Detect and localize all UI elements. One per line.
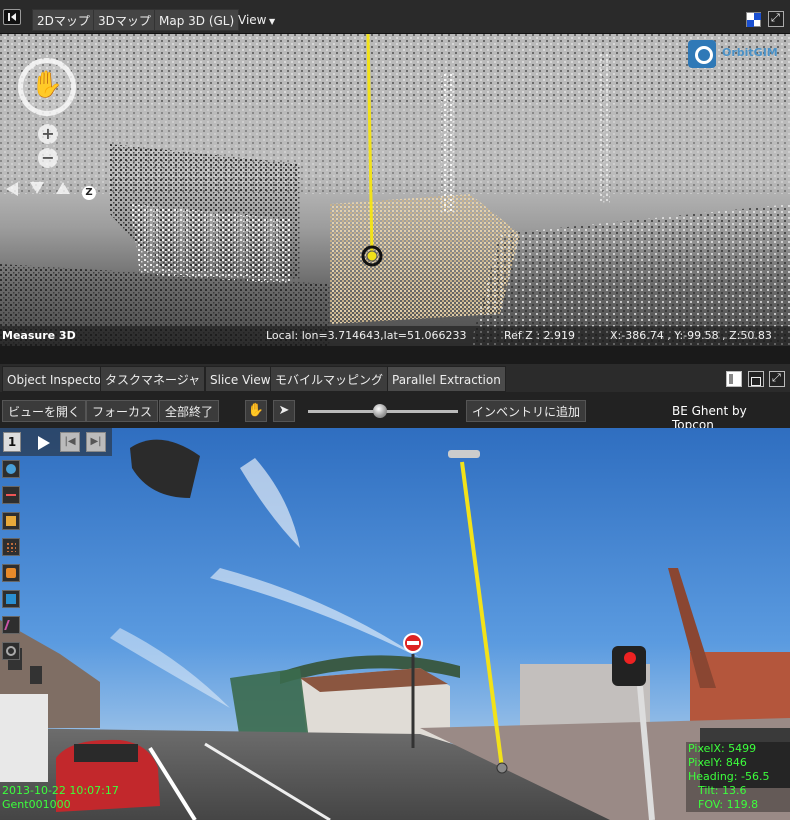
- pixel-x-readout: PixelX: 5499: [688, 742, 757, 755]
- image-toolbar: ビューを開く フォーカス 全部終了 ✋ ➤ インベントリに追加 BE Ghent…: [0, 392, 790, 432]
- orbit-logo: OrbitGIM: [688, 40, 788, 68]
- local-coordinates: Local: lon=3.714643,lat=51.066233: [266, 329, 467, 342]
- snapshot-icon[interactable]: [2, 512, 20, 530]
- image-id: Gent001000: [2, 798, 71, 811]
- point-cloud-view[interactable]: ✋ + − Z OrbitGIM Measure 3D Local: lon=3…: [0, 34, 790, 346]
- street-image-view[interactable]: 1 |◀ ▶| 2013-10-22 10:07:17 Gent001000 P…: [0, 428, 790, 820]
- tab-slice-view[interactable]: Slice View: [205, 366, 276, 392]
- street-panorama: [0, 428, 790, 820]
- maximize-icon[interactable]: ⤢: [768, 11, 784, 27]
- playback-bar: 1 |◀ ▶|: [0, 428, 112, 456]
- z-axis-button[interactable]: Z: [82, 186, 96, 200]
- hand-tool-icon[interactable]: ✋: [245, 400, 267, 422]
- capture-info: 2013-10-22 10:07:17 Gent001000: [2, 784, 119, 812]
- settings-gear-icon[interactable]: [2, 642, 20, 660]
- map-toolbar: 2Dマップ 3Dマップ Map 3D (GL) View ▼ ⤢: [0, 0, 790, 34]
- measure-statusbar: Measure 3D Local: lon=3.714643,lat=51.06…: [0, 326, 790, 346]
- hand-icon: ✋: [30, 70, 64, 100]
- rotate-left-icon[interactable]: [6, 182, 18, 196]
- zoom-out-button[interactable]: −: [38, 148, 58, 168]
- panel-tabbar: Object Inspector タスクマネージャ Slice View モバイ…: [0, 364, 790, 392]
- panel-splitter[interactable]: [0, 346, 790, 364]
- play-icon[interactable]: [38, 436, 50, 450]
- previous-frame-icon[interactable]: |◀: [60, 432, 80, 452]
- float-window-icon[interactable]: [748, 371, 764, 387]
- collapse-panel-icon[interactable]: [3, 9, 21, 25]
- zoom-in-button[interactable]: +: [38, 124, 58, 144]
- frame-number[interactable]: 1: [3, 432, 21, 452]
- heading-readout: Heading: -56.5: [688, 770, 770, 783]
- xyz-coordinates: X:-386.74 , Y:-99.58 , Z:50.83: [610, 329, 772, 342]
- chevron-down-icon: ▼: [266, 17, 276, 26]
- layout-icon[interactable]: [746, 12, 761, 27]
- screen-icon[interactable]: [2, 590, 20, 608]
- measure-mode-label: Measure 3D: [2, 329, 76, 342]
- fov-readout: FOV: 119.8: [698, 798, 759, 811]
- reference-z: Ref Z : 2.919: [504, 329, 576, 342]
- tab-mobile-mapping[interactable]: モバイルマッピング: [270, 366, 389, 392]
- brightness-slider-handle[interactable]: [373, 404, 387, 418]
- app-window: 2Dマップ 3Dマップ Map 3D (GL) View ▼ ⤢ ✋ + − Z…: [0, 0, 790, 820]
- tilt-up-icon[interactable]: [56, 182, 70, 194]
- add-to-inventory-button[interactable]: インベントリに追加: [466, 400, 587, 422]
- next-frame-icon[interactable]: ▶|: [86, 432, 106, 452]
- tab-parallel-extraction[interactable]: Parallel Extraction: [387, 366, 506, 392]
- orbit-logo-text: OrbitGIM: [722, 46, 778, 59]
- point-cloud-render: [0, 34, 790, 346]
- focus-button[interactable]: フォーカス: [86, 400, 159, 422]
- point-grid-icon[interactable]: [2, 538, 20, 556]
- tab-3d-map[interactable]: 3Dマップ: [93, 9, 156, 31]
- dock-icon[interactable]: [726, 371, 742, 387]
- tilt-down-icon[interactable]: [30, 182, 44, 194]
- tilt-readout: Tilt: 13.6: [698, 784, 747, 797]
- view-menu[interactable]: View ▼: [238, 9, 275, 31]
- tab-object-inspector[interactable]: Object Inspector: [2, 366, 111, 392]
- draw-line-icon[interactable]: [2, 616, 20, 634]
- tab-map-3d-gl[interactable]: Map 3D (GL): [154, 9, 240, 31]
- camera-icon[interactable]: [2, 460, 20, 478]
- pointer-tool-icon[interactable]: ➤: [273, 400, 295, 422]
- measure-distance-icon[interactable]: [2, 486, 20, 504]
- pan-control[interactable]: ✋: [18, 58, 76, 116]
- layers-icon[interactable]: [2, 564, 20, 582]
- orbit-logo-icon: [688, 40, 716, 68]
- pixel-readout: PixelX: 5499 PixelY: 846 Heading: -56.5 …: [686, 742, 790, 812]
- pixel-y-readout: PixelY: 846: [688, 756, 747, 769]
- tab-2d-map[interactable]: 2Dマップ: [32, 9, 95, 31]
- capture-timestamp: 2013-10-22 10:07:17: [2, 784, 119, 797]
- open-view-button[interactable]: ビューを開く: [2, 400, 87, 422]
- close-all-button[interactable]: 全部終了: [159, 400, 220, 422]
- tab-task-manager[interactable]: タスクマネージャ: [100, 366, 206, 392]
- view-menu-label: View: [238, 13, 267, 27]
- maximize-panel-icon[interactable]: ⤢: [769, 371, 785, 387]
